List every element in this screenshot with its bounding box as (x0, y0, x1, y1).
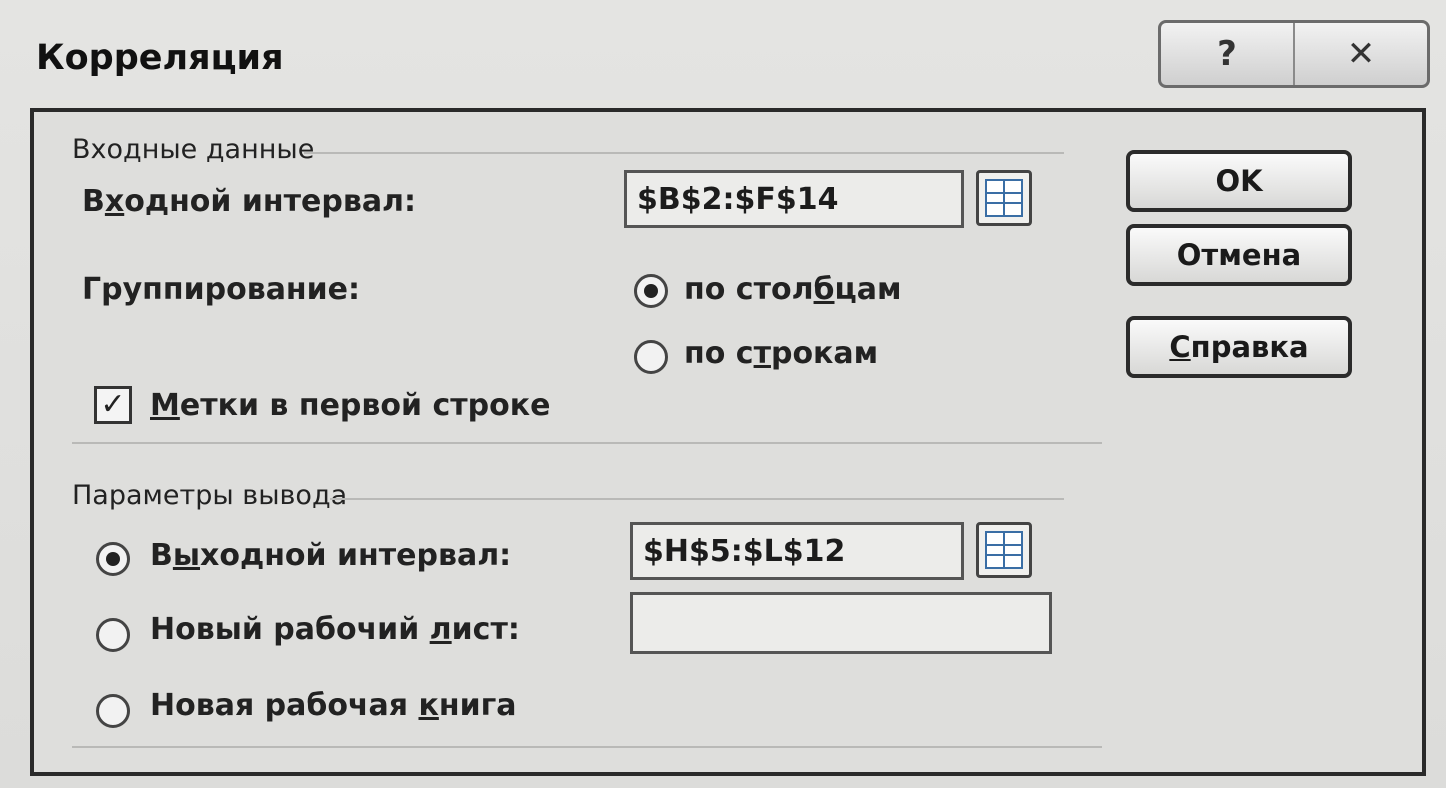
new-sheet-label: Новый рабочий лист: (150, 612, 520, 647)
new-workbook-radio[interactable] (96, 694, 130, 728)
title-bar-buttons: ? ✕ (1158, 20, 1430, 88)
close-icon[interactable]: ✕ (1293, 23, 1427, 85)
output-section-divider (330, 498, 1064, 500)
grouping-label: Группирование: (82, 272, 361, 307)
correlation-dialog: Корреляция ? ✕ Входные данные Входной ин… (0, 0, 1446, 788)
input-section-title: Входные данные (72, 134, 315, 165)
section-divider (72, 442, 1102, 444)
input-range-label: Входной интервал: (82, 184, 417, 219)
output-range-picker-button[interactable] (976, 522, 1032, 578)
ok-button[interactable]: OK (1126, 150, 1352, 212)
by-rows-radio[interactable] (634, 340, 668, 374)
new-sheet-name-field[interactable] (630, 592, 1052, 654)
output-range-field[interactable]: $H$5:$L$12 (630, 522, 964, 580)
bottom-divider (72, 746, 1102, 748)
input-range-picker-button[interactable] (976, 170, 1032, 226)
help-button[interactable]: Справка (1126, 316, 1352, 378)
new-workbook-label: Новая рабочая книга (150, 688, 517, 723)
dialog-body: Входные данные Входной интервал: $B$2:$F… (30, 108, 1426, 776)
range-picker-icon (985, 179, 1023, 217)
output-range-radio[interactable] (96, 542, 130, 576)
help-icon[interactable]: ? (1161, 23, 1293, 85)
output-range-label: Выходной интервал: (150, 538, 512, 573)
cancel-button[interactable]: Отмена (1126, 224, 1352, 286)
output-section-title: Параметры вывода (72, 480, 348, 511)
by-rows-label: по строкам (684, 336, 879, 371)
labels-first-row-checkbox[interactable]: ✓ (94, 386, 132, 424)
dialog-title: Корреляция (36, 38, 284, 78)
input-section-divider (304, 152, 1064, 154)
labels-first-row-label: Метки в первой строке (150, 388, 551, 423)
by-columns-label: по столбцам (684, 272, 902, 307)
input-range-field[interactable]: $B$2:$F$14 (624, 170, 964, 228)
range-picker-icon (985, 531, 1023, 569)
new-sheet-radio[interactable] (96, 618, 130, 652)
by-columns-radio[interactable] (634, 274, 668, 308)
